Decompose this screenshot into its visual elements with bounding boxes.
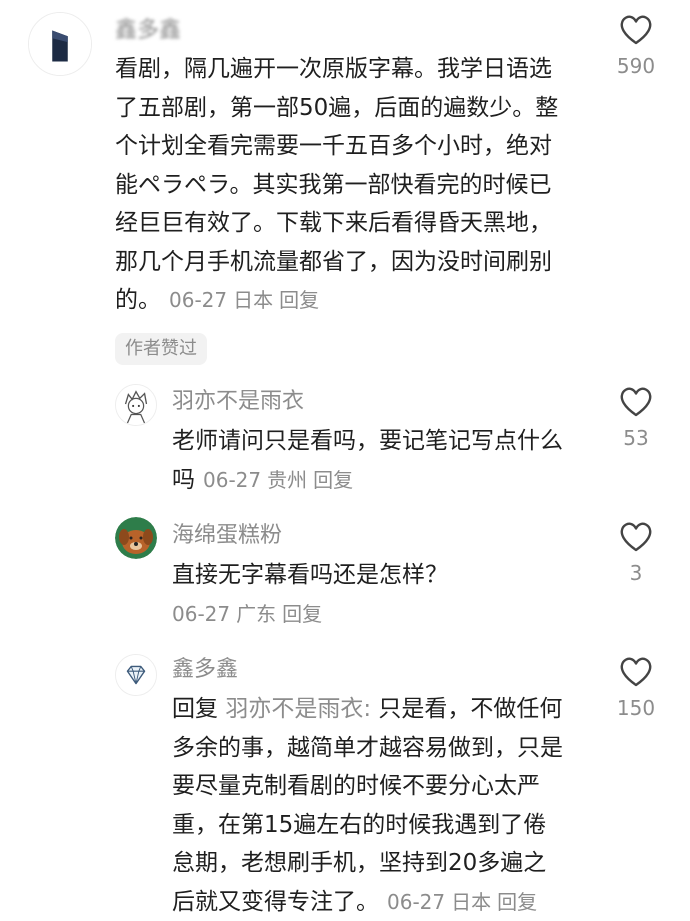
comment-line: 经巨巨有效了。下载下来后看得昏天黑地， bbox=[115, 204, 558, 243]
reply-to-user[interactable]: 羽亦不是雨衣: bbox=[225, 696, 371, 722]
comment-line: 回复 羽亦不是雨衣: 只是看，不做任何 bbox=[172, 690, 563, 729]
comment-line: 那几个月手机流量都省了，因为没时间刷别 bbox=[115, 243, 558, 282]
comment-line: 老师请问只是看吗，要记笔记写点什么 bbox=[172, 422, 563, 461]
comment-date: 06-27 bbox=[203, 468, 261, 492]
comment-line-text: 的。 bbox=[115, 287, 161, 313]
avatar[interactable] bbox=[115, 384, 157, 426]
comment-date: 06-27 bbox=[169, 288, 227, 312]
like-count: 3 bbox=[606, 561, 666, 585]
comment-item: 海绵蛋糕粉 直接无字幕看吗还是怎样？ 06-27广东回复 3 bbox=[0, 515, 690, 635]
reply-button[interactable]: 回复 bbox=[279, 288, 319, 312]
comment-date: 06-27 bbox=[172, 602, 230, 626]
comment-meta: 06-27广东回复 bbox=[172, 601, 328, 627]
comment-meta: 06-27日本回复 bbox=[387, 890, 543, 914]
comment-line: 个计划全看完需要一千五百多个小时，绝对 bbox=[115, 127, 558, 166]
heart-outline-icon bbox=[619, 521, 653, 553]
comment-text: 老师请问只是看吗，要记笔记写点什么 吗 06-27贵州回复 bbox=[172, 422, 563, 499]
heart-outline-icon bbox=[619, 386, 653, 418]
comment-text: 看剧，隔几遍开一次原版字幕。我学日语选 了五部剧，第一部50遍，后面的遍数少。整… bbox=[115, 50, 558, 320]
avatar[interactable] bbox=[115, 654, 157, 696]
comment-line-text: 只是看，不做任何 bbox=[378, 696, 562, 722]
diamond-avatar-icon bbox=[116, 654, 156, 696]
like-button[interactable]: 150 bbox=[606, 656, 666, 720]
reply-button[interactable]: 回复 bbox=[497, 890, 537, 914]
reply-button[interactable]: 回复 bbox=[313, 468, 353, 492]
avatar[interactable] bbox=[115, 517, 157, 559]
comment-line: 怠期，老想刷手机，坚持到20多遍之 bbox=[172, 844, 563, 883]
comment-location: 日本 bbox=[233, 288, 273, 312]
comment-item: 羽亦不是雨衣 老师请问只是看吗，要记笔记写点什么 吗 06-27贵州回复 53 bbox=[0, 380, 690, 500]
comment-line: 重，在第15遍左右的时候我遇到了倦 bbox=[172, 806, 563, 845]
comment-line: 多余的事，越简单才越容易做到，只是 bbox=[172, 729, 563, 768]
commenter-name[interactable]: 羽亦不是雨衣 bbox=[172, 387, 304, 417]
comment-line: 吗 06-27贵州回复 bbox=[172, 461, 563, 500]
like-count: 150 bbox=[606, 696, 666, 720]
comment-line: 后就又变得专注了。 06-27日本回复 bbox=[172, 883, 563, 921]
comment-text: 直接无字幕看吗还是怎样？ bbox=[172, 556, 448, 595]
comment-date: 06-27 bbox=[387, 890, 445, 914]
comment-location: 广东 bbox=[236, 602, 276, 626]
heart-outline-icon bbox=[619, 14, 653, 46]
comment-line-text: 吗 bbox=[172, 467, 195, 493]
like-count: 53 bbox=[606, 426, 666, 450]
comment-line: 直接无字幕看吗还是怎样？ bbox=[172, 556, 448, 595]
anime-avatar-icon bbox=[116, 384, 156, 426]
comment-item: 鑫多鑫 看剧，隔几遍开一次原版字幕。我学日语选 了五部剧，第一部50遍，后面的遍… bbox=[0, 0, 690, 330]
comment-line: 看剧，隔几遍开一次原版字幕。我学日语选 bbox=[115, 50, 558, 89]
commenter-name[interactable]: 鑫多鑫 bbox=[172, 655, 238, 685]
comment-line: 要尽量克制看剧的时候不要分心太严 bbox=[172, 767, 563, 806]
comment-location: 贵州 bbox=[267, 468, 307, 492]
comment-line: 能ペラペラ。其实我第一部快看完的时候已 bbox=[115, 166, 558, 205]
author-liked-badge: 作者赞过 bbox=[115, 333, 207, 365]
avatar[interactable] bbox=[28, 12, 92, 76]
comment-item: 鑫多鑫 回复 羽亦不是雨衣: 只是看，不做任何 多余的事，越简单才越容易做到，只… bbox=[0, 650, 690, 920]
like-count: 590 bbox=[606, 54, 666, 78]
comment-line: 的。 06-27日本回复 bbox=[115, 281, 558, 320]
commenter-name[interactable]: 海绵蛋糕粉 bbox=[172, 521, 282, 551]
comment-line: 了五部剧，第一部50遍，后面的遍数少。整 bbox=[115, 89, 558, 128]
comment-line-text: 后就又变得专注了。 bbox=[172, 889, 379, 915]
like-button[interactable]: 53 bbox=[606, 386, 666, 450]
comment-text: 回复 羽亦不是雨衣: 只是看，不做任何 多余的事，越简单才越容易做到，只是 要尽… bbox=[172, 690, 563, 921]
comment-location: 日本 bbox=[451, 890, 491, 914]
like-button[interactable]: 590 bbox=[606, 14, 666, 78]
like-button[interactable]: 3 bbox=[606, 521, 666, 585]
commenter-name[interactable]: 鑫多鑫 bbox=[115, 16, 181, 46]
dog-avatar-icon bbox=[115, 517, 157, 559]
reply-prefix: 回复 bbox=[172, 696, 218, 722]
comment-meta: 06-27贵州回复 bbox=[203, 468, 359, 492]
user-avatar-icon bbox=[29, 12, 91, 76]
comment-meta: 06-27日本回复 bbox=[169, 288, 325, 312]
heart-outline-icon bbox=[619, 656, 653, 688]
reply-button[interactable]: 回复 bbox=[282, 602, 322, 626]
